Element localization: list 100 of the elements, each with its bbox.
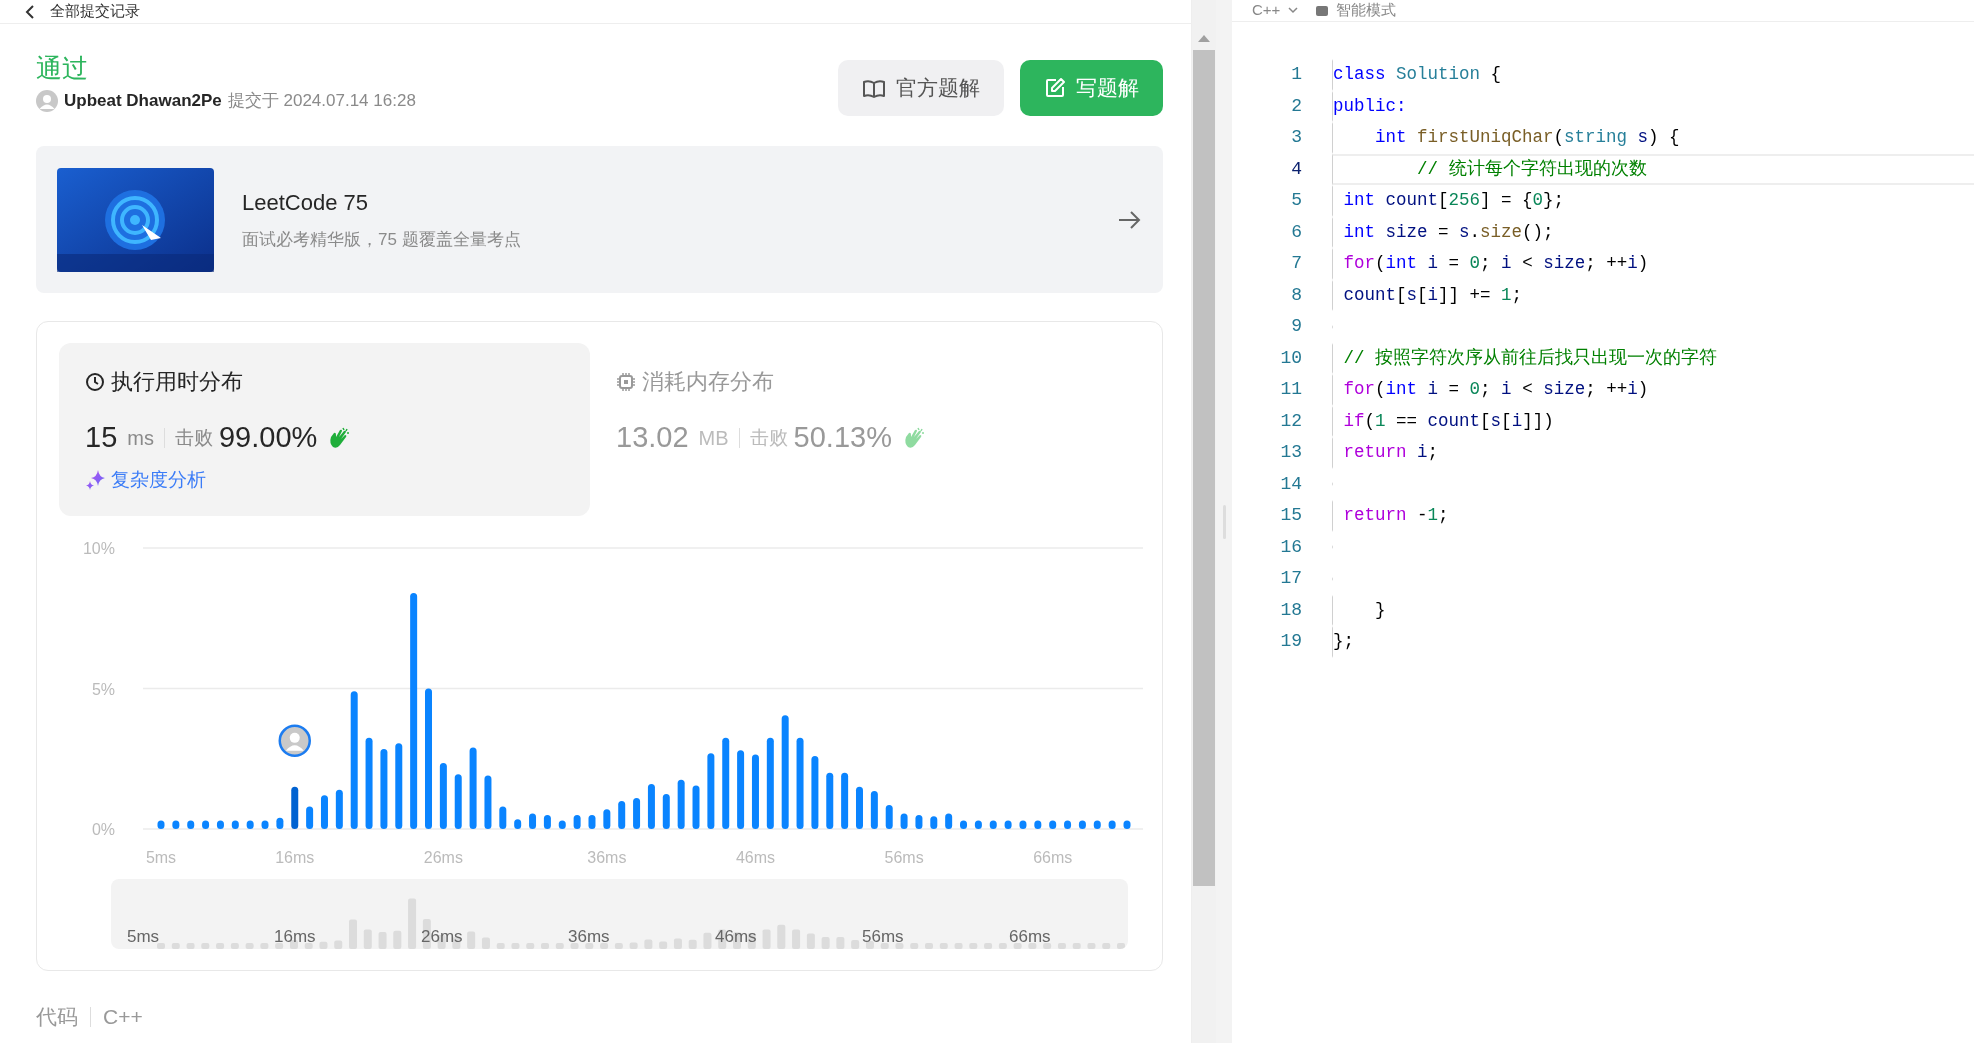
chart-bar[interactable] — [1034, 820, 1042, 829]
back-icon[interactable] — [24, 3, 36, 20]
chart-bar[interactable] — [722, 737, 730, 829]
chart-bar[interactable] — [350, 691, 358, 829]
line-number: 10 — [1279, 346, 1302, 370]
chart-bar[interactable] — [960, 820, 967, 829]
chart-bar[interactable] — [647, 784, 655, 829]
stats-tab[interactable]: 执行用时分布 15 ms 击败 99.00% 复杂度分析 — [59, 343, 590, 516]
chart-bar[interactable] — [945, 813, 953, 829]
chart-bar[interactable] — [469, 747, 477, 829]
chart-bar[interactable] — [766, 737, 774, 829]
chart-bar[interactable] — [974, 820, 982, 829]
code-line: count[s[i]] += 1; — [1332, 279, 1974, 311]
chart-bar[interactable] — [1049, 820, 1057, 829]
scrollbar-thumb[interactable] — [1193, 50, 1215, 886]
chart-bar[interactable] — [662, 793, 670, 829]
line-number: 19 — [1279, 630, 1302, 654]
chart-bar[interactable] — [335, 789, 343, 829]
chart-bar[interactable] — [365, 737, 373, 829]
chart-bar[interactable] — [633, 798, 641, 829]
line-number: 17 — [1279, 567, 1302, 591]
chart-bar[interactable] — [588, 814, 596, 829]
overview-axis-label: 16ms — [274, 925, 317, 948]
chart-bar[interactable] — [187, 820, 195, 829]
chart-bar[interactable] — [856, 786, 863, 829]
line-number: 3 — [1290, 126, 1302, 150]
chart-bar[interactable] — [677, 779, 685, 829]
chart-bar[interactable] — [1064, 820, 1072, 829]
chart-bar[interactable] — [261, 820, 269, 829]
chart-bar[interactable] — [484, 775, 492, 829]
chart-bar[interactable] — [529, 813, 537, 829]
chart-bar[interactable] — [558, 820, 566, 829]
line-number: 5 — [1290, 189, 1302, 213]
chart-bar[interactable] — [1004, 820, 1012, 829]
study-plan-card[interactable]: LeetCode 75 面试必考精华版，75 题覆盖全量考点 — [36, 146, 1163, 293]
chart-bar[interactable] — [915, 814, 923, 829]
chart-bar[interactable] — [796, 737, 804, 829]
chart-bar[interactable] — [439, 762, 447, 829]
chart-bar[interactable] — [172, 820, 180, 829]
chart-bar[interactable] — [573, 814, 581, 829]
chart-bar[interactable] — [781, 715, 789, 829]
user-name[interactable]: Upbeat Dhawan2Pe — [64, 88, 222, 114]
chart-bar[interactable] — [618, 800, 626, 829]
chart-bar[interactable] — [380, 748, 388, 829]
chart-bar[interactable] — [692, 785, 700, 829]
code-line: int count[256] = {0}; — [1332, 185, 1974, 217]
overview-axis-label: 26ms — [421, 925, 464, 948]
overview-axis-label: 36ms — [568, 925, 611, 948]
chart-bar[interactable] — [707, 753, 715, 829]
chart-bar[interactable] — [395, 743, 403, 829]
line-number: 13 — [1279, 441, 1302, 465]
code-line: } — [1332, 594, 1974, 626]
back-link[interactable]: 全部提交记录 — [50, 0, 140, 23]
chart-bar[interactable] — [751, 754, 759, 829]
line-number: 2 — [1290, 94, 1302, 118]
chart-bar[interactable] — [276, 817, 284, 829]
chart-bar[interactable] — [811, 755, 819, 829]
plan-title: LeetCode 75 — [242, 189, 369, 218]
chart-bar[interactable] — [216, 820, 224, 829]
code-line: // 按照字符次序从前往后找只出现一次的字符 — [1332, 342, 1974, 374]
chart-bar[interactable] — [499, 806, 507, 829]
language-select[interactable]: C++ — [1252, 0, 1299, 22]
chart-bar[interactable] — [321, 795, 328, 829]
chart-bar[interactable] — [1123, 820, 1131, 829]
chart-bar[interactable] — [841, 772, 849, 829]
chart-bar[interactable] — [900, 813, 908, 829]
code-line: int firstUniqChar(string s) { — [1332, 122, 1974, 154]
x-axis-label: 5ms — [145, 849, 177, 866]
code-line: for(int i = 0; i < size; ++i) — [1332, 248, 1974, 280]
chart-bar[interactable] — [454, 774, 462, 829]
y-axis-label: 10% — [82, 540, 115, 557]
scrollbar[interactable] — [1192, 0, 1216, 1043]
official-solution-button[interactable]: 官方题解 — [838, 60, 1004, 116]
chart-bar[interactable] — [246, 820, 254, 829]
beats-value: 50.13% — [793, 420, 892, 455]
scroll-up-icon[interactable] — [1198, 34, 1210, 42]
chart-bar[interactable] — [1093, 820, 1101, 829]
chart-bar[interactable] — [603, 809, 611, 829]
code-line: if(1 == count[s[i]]) — [1332, 405, 1974, 437]
chart-bar[interactable] — [231, 820, 239, 829]
chart-bar[interactable] — [1019, 820, 1027, 829]
chart-bar[interactable] — [410, 592, 418, 829]
chart-bar[interactable] — [1108, 820, 1116, 829]
chart-bar[interactable] — [826, 772, 834, 829]
chart-bar[interactable] — [930, 816, 938, 829]
chart-bar[interactable] — [989, 820, 997, 829]
chart-bar[interactable] — [306, 806, 314, 829]
chart-bar[interactable] — [157, 820, 165, 829]
stats-tab-title: 执行用时分布 — [111, 368, 243, 396]
complexity-analysis-link[interactable]: 复杂度分析 — [85, 465, 564, 494]
chart-bar[interactable] — [514, 819, 522, 829]
chart-bar[interactable] — [870, 791, 878, 829]
chart-bar[interactable] — [885, 805, 893, 829]
chart-bar[interactable] — [291, 786, 299, 829]
code-line: // 统计每个字符出现的次数 — [1332, 153, 1974, 185]
chart-bar[interactable] — [543, 814, 551, 829]
mode-toggle[interactable]: 智能模式 — [1316, 0, 1397, 22]
chart-bar[interactable] — [1078, 820, 1086, 829]
chart-bar[interactable] — [202, 820, 210, 829]
chart-bar[interactable] — [737, 750, 745, 829]
